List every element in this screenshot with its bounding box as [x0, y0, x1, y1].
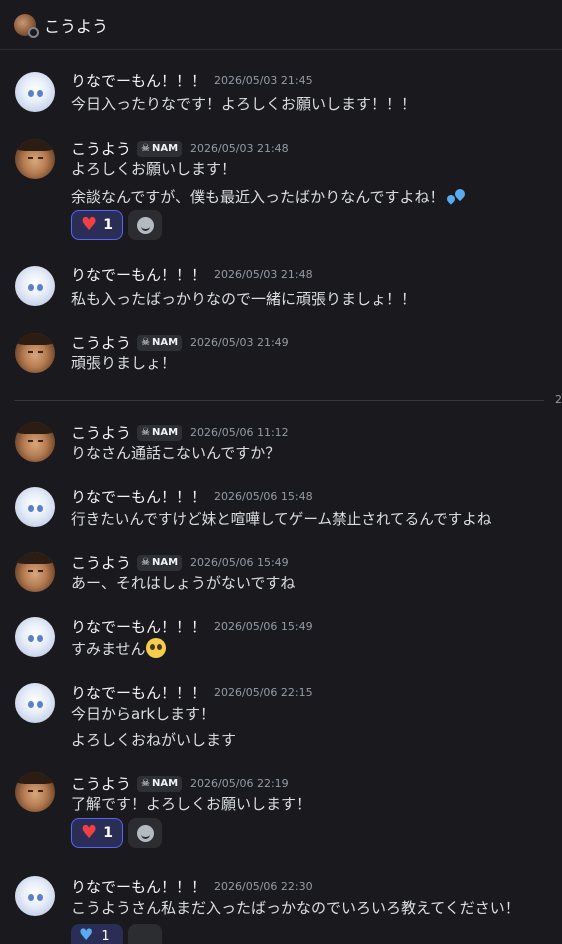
- timestamp: 2026/05/06 15:48: [214, 490, 313, 503]
- message-text: 余談なんですが、僕も最近入ったばかりなんですよね！: [71, 188, 445, 206]
- timestamp: 2026/05/06 15:49: [214, 620, 313, 633]
- reactions-row: ♥ 1: [71, 924, 162, 944]
- skull-icon: ☠: [141, 427, 150, 438]
- date-divider-label: 2: [555, 393, 562, 406]
- message-text: 了解です！よろしくお願いします！: [71, 795, 312, 813]
- author-name[interactable]: こうよう: [71, 422, 131, 443]
- author-name[interactable]: りなでーもん！！！: [71, 264, 206, 285]
- timestamp: 2026/05/03 21:48: [214, 268, 313, 281]
- message-text: よろしくおねがいします: [71, 731, 237, 749]
- author-name[interactable]: りなでーもん！！！: [71, 682, 206, 703]
- heart-reaction[interactable]: ♥ 1: [71, 924, 123, 944]
- skull-icon: ☠: [141, 557, 150, 568]
- heart-reaction[interactable]: ♥ 1: [71, 818, 123, 848]
- pleading-face-emoji: [145, 638, 166, 658]
- timestamp: 2026/05/03 21:49: [190, 336, 289, 349]
- avatar[interactable]: [15, 772, 55, 812]
- role-tag[interactable]: ☠ NAM: [137, 424, 183, 441]
- author-name[interactable]: りなでーもん！！！: [71, 486, 206, 507]
- add-reaction-icon: [136, 216, 154, 234]
- message-text: 行きたいんですけど妹と喧嘩してゲーム禁止されてるんですよね: [71, 511, 492, 528]
- skull-icon: ☠: [141, 143, 150, 154]
- avatar[interactable]: [15, 333, 55, 373]
- message-text: 頑張りましょ！: [71, 354, 177, 372]
- message-text: あー、それはしょうがないですね: [71, 574, 296, 592]
- author-name[interactable]: こうよう: [71, 138, 131, 159]
- role-tag[interactable]: ☠ NAM: [137, 334, 183, 351]
- role-tag[interactable]: ☠ NAM: [137, 554, 183, 571]
- message: こうよう ☠ NAM 2026/05/06 11:12 りなさん通話こないんですか…: [0, 418, 562, 478]
- author-name[interactable]: りなでーもん！！！: [71, 616, 206, 637]
- user-avatar-small[interactable]: [14, 13, 39, 38]
- add-reaction-button[interactable]: [128, 210, 162, 240]
- avatar[interactable]: [15, 139, 55, 179]
- timestamp: 2026/05/06 22:19: [190, 777, 289, 790]
- message: りなでーもん！！！ 2026/05/06 22:15 今日からarkします！ よ…: [0, 680, 562, 760]
- message-text: 今日からarkします！: [71, 705, 216, 723]
- author-name[interactable]: りなでーもん！！！: [71, 876, 206, 897]
- message-text: 今日入ったりなです！よろしくお願いします！！！: [71, 95, 417, 113]
- message-text: りなさん通話こないんですか？: [71, 444, 281, 462]
- author-name[interactable]: こうよう: [71, 552, 131, 573]
- message: りなでーもん！！！ 2026/05/06 15:49 すみません: [0, 614, 562, 674]
- timestamp: 2026/05/06 22:30: [214, 880, 313, 893]
- channel-title: こうよう: [44, 16, 109, 36]
- avatar[interactable]: [15, 617, 55, 657]
- role-tag[interactable]: ☠ NAM: [137, 140, 183, 157]
- timestamp: 2026/05/03 21:48: [190, 142, 289, 155]
- message: りなでーもん！！！ 2026/05/06 15:48 行きたいんですけど妹と喧嘩…: [0, 484, 562, 544]
- heart-icon: ♥: [81, 214, 98, 235]
- timestamp: 2026/05/03 21:45: [214, 74, 313, 87]
- avatar[interactable]: [15, 683, 55, 723]
- message-text: すみません: [71, 640, 146, 658]
- role-tag[interactable]: ☠ NAM: [137, 775, 183, 792]
- message: こうよう ☠ NAM 2026/05/03 21:49 頑張りましょ！: [0, 330, 562, 390]
- timestamp: 2026/05/06 22:15: [214, 686, 313, 699]
- message: りなでーもん！！！ 2026/05/03 21:45 今日入ったりなです！よろし…: [0, 66, 562, 126]
- reaction-count: 1: [103, 217, 113, 233]
- add-reaction-icon: [136, 824, 154, 842]
- sweat-drops-emoji: [444, 186, 467, 206]
- avatar[interactable]: [15, 72, 55, 112]
- channel-header: こうよう: [0, 0, 562, 50]
- add-reaction-button[interactable]: [128, 818, 162, 848]
- author-name[interactable]: りなでーもん！！！: [71, 70, 206, 91]
- avatar[interactable]: [15, 266, 55, 306]
- message-text: よろしくお願いします！: [71, 160, 237, 178]
- skull-icon: ☠: [141, 778, 150, 789]
- heart-reaction[interactable]: ♥ 1: [71, 210, 123, 240]
- message-text: 私も入ったばっかりなので一緒に頑張りましょ！！: [71, 290, 417, 308]
- reaction-count: 1: [103, 825, 113, 841]
- skull-icon: ☠: [141, 337, 150, 348]
- heart-icon: ♥: [79, 925, 94, 944]
- message: こうよう ☠ NAM 2026/05/03 21:48 よろしくお願いします！ 余…: [0, 134, 562, 244]
- message-text-with-emoji: すみません: [71, 638, 166, 659]
- author-name[interactable]: こうよう: [71, 332, 131, 353]
- message-text-with-emoji: 余談なんですが、僕も最近入ったばかりなんですよね！: [71, 186, 467, 207]
- timestamp: 2026/05/06 15:49: [190, 556, 289, 569]
- date-divider: [14, 400, 544, 401]
- message: りなでーもん！！！ 2026/05/03 21:48 私も入ったばっかりなので一…: [0, 264, 562, 324]
- heart-icon: ♥: [81, 822, 98, 843]
- message: こうよう ☠ NAM 2026/05/06 15:49 あー、それはしょうがないで…: [0, 550, 562, 610]
- message-text: こうようさん私まだ入ったばっかなのでいろいろ教えてください！: [71, 899, 520, 917]
- avatar[interactable]: [15, 876, 55, 916]
- avatar[interactable]: [15, 552, 55, 592]
- author-name[interactable]: こうよう: [71, 773, 131, 794]
- avatar[interactable]: [15, 487, 55, 527]
- message: こうよう ☠ NAM 2026/05/06 22:19 了解です！よろしくお願いし…: [0, 770, 562, 850]
- add-reaction-button[interactable]: [128, 924, 162, 944]
- avatar[interactable]: [15, 422, 55, 462]
- timestamp: 2026/05/06 11:12: [190, 426, 289, 439]
